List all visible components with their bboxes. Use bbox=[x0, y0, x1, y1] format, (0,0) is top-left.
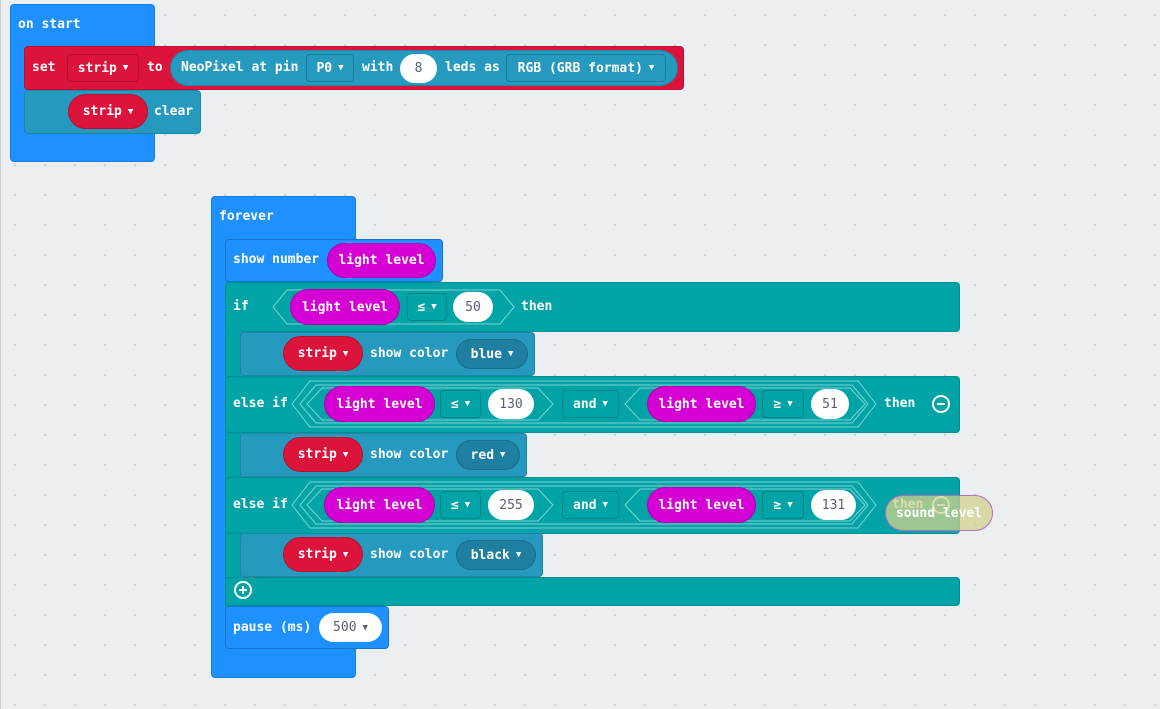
number-input[interactable]: 130 bbox=[488, 389, 534, 419]
pause-value: 500 bbox=[333, 620, 357, 635]
number-input[interactable]: 255 bbox=[488, 490, 534, 520]
sound-level-drag-ghost[interactable]: sound level bbox=[885, 495, 993, 531]
caret-down-icon: ▼ bbox=[431, 302, 437, 312]
variable-name: strip bbox=[297, 447, 337, 462]
operator-value: ≤ bbox=[450, 396, 459, 412]
pause-label: pause (ms) bbox=[233, 620, 312, 635]
operator-dropdown[interactable]: ≤ ▼ bbox=[407, 293, 447, 321]
caret-down-icon: ▼ bbox=[342, 549, 349, 560]
variable-name: strip bbox=[297, 346, 337, 361]
caret-down-icon: ▼ bbox=[602, 500, 608, 510]
color-value: red bbox=[470, 447, 495, 463]
caret-down-icon: ▼ bbox=[362, 622, 368, 633]
and-dropdown[interactable]: and ▼ bbox=[562, 390, 619, 418]
show-color-label: show color bbox=[370, 346, 449, 361]
color-dropdown[interactable]: red ▼ bbox=[456, 440, 520, 470]
operator-value: ≥ bbox=[773, 497, 782, 513]
then-label: then bbox=[884, 396, 916, 411]
number-input[interactable]: 51 bbox=[811, 389, 849, 419]
operator-dropdown[interactable]: ≤ ▼ bbox=[440, 390, 481, 418]
caret-down-icon: ▼ bbox=[787, 500, 793, 510]
light-level-block[interactable]: light level bbox=[647, 386, 756, 422]
operator-value: ≤ bbox=[417, 299, 426, 315]
strip-variable[interactable]: strip ▼ bbox=[283, 336, 363, 371]
strip-variable[interactable]: strip ▼ bbox=[283, 537, 363, 572]
join-value: and bbox=[573, 396, 597, 412]
caret-down-icon: ▼ bbox=[500, 450, 506, 460]
light-level-block[interactable]: light level bbox=[647, 487, 756, 523]
operator-dropdown[interactable]: ≤ ▼ bbox=[440, 491, 481, 519]
number-input[interactable]: 50 bbox=[453, 292, 493, 322]
operator-value: ≥ bbox=[773, 396, 782, 412]
join-value: and bbox=[573, 497, 597, 513]
caret-down-icon: ▼ bbox=[787, 399, 793, 409]
and-dropdown[interactable]: and ▼ bbox=[562, 491, 619, 519]
caret-down-icon: ▼ bbox=[342, 449, 349, 460]
show-color-label: show color bbox=[370, 547, 449, 562]
if-label: if bbox=[233, 299, 249, 314]
number-input[interactable]: 131 bbox=[811, 490, 856, 520]
caret-down-icon: ▼ bbox=[464, 500, 471, 510]
else-if-label: else if bbox=[233, 497, 288, 512]
operator-dropdown[interactable]: ≥ ▼ bbox=[762, 390, 804, 418]
color-dropdown[interactable]: blue ▼ bbox=[456, 339, 528, 369]
color-value: blue bbox=[470, 346, 502, 362]
else-if-label: else if bbox=[233, 396, 288, 411]
plus-circle-icon[interactable] bbox=[234, 581, 252, 599]
variable-name: strip bbox=[297, 547, 337, 562]
caret-down-icon: ▼ bbox=[515, 550, 522, 560]
color-dropdown[interactable]: black ▼ bbox=[456, 540, 536, 570]
light-level-block[interactable]: light level bbox=[290, 289, 400, 325]
color-value: black bbox=[470, 547, 510, 563]
show-color-label: show color bbox=[370, 447, 449, 462]
caret-down-icon: ▼ bbox=[464, 399, 471, 409]
caret-down-icon: ▼ bbox=[602, 399, 608, 409]
caret-down-icon: ▼ bbox=[342, 348, 349, 359]
light-level-block[interactable]: light level bbox=[324, 386, 435, 422]
light-level-block[interactable]: light level bbox=[324, 487, 435, 523]
operator-dropdown[interactable]: ≥ ▼ bbox=[762, 491, 804, 519]
operator-value: ≤ bbox=[450, 497, 459, 513]
strip-variable[interactable]: strip ▼ bbox=[283, 437, 363, 472]
caret-down-icon: ▼ bbox=[507, 349, 514, 359]
condition-outlines bbox=[272, 289, 877, 529]
pause-duration-dropdown[interactable]: 500 ▼ bbox=[319, 613, 382, 642]
then-label: then bbox=[521, 299, 553, 314]
minus-circle-icon[interactable] bbox=[932, 395, 950, 413]
